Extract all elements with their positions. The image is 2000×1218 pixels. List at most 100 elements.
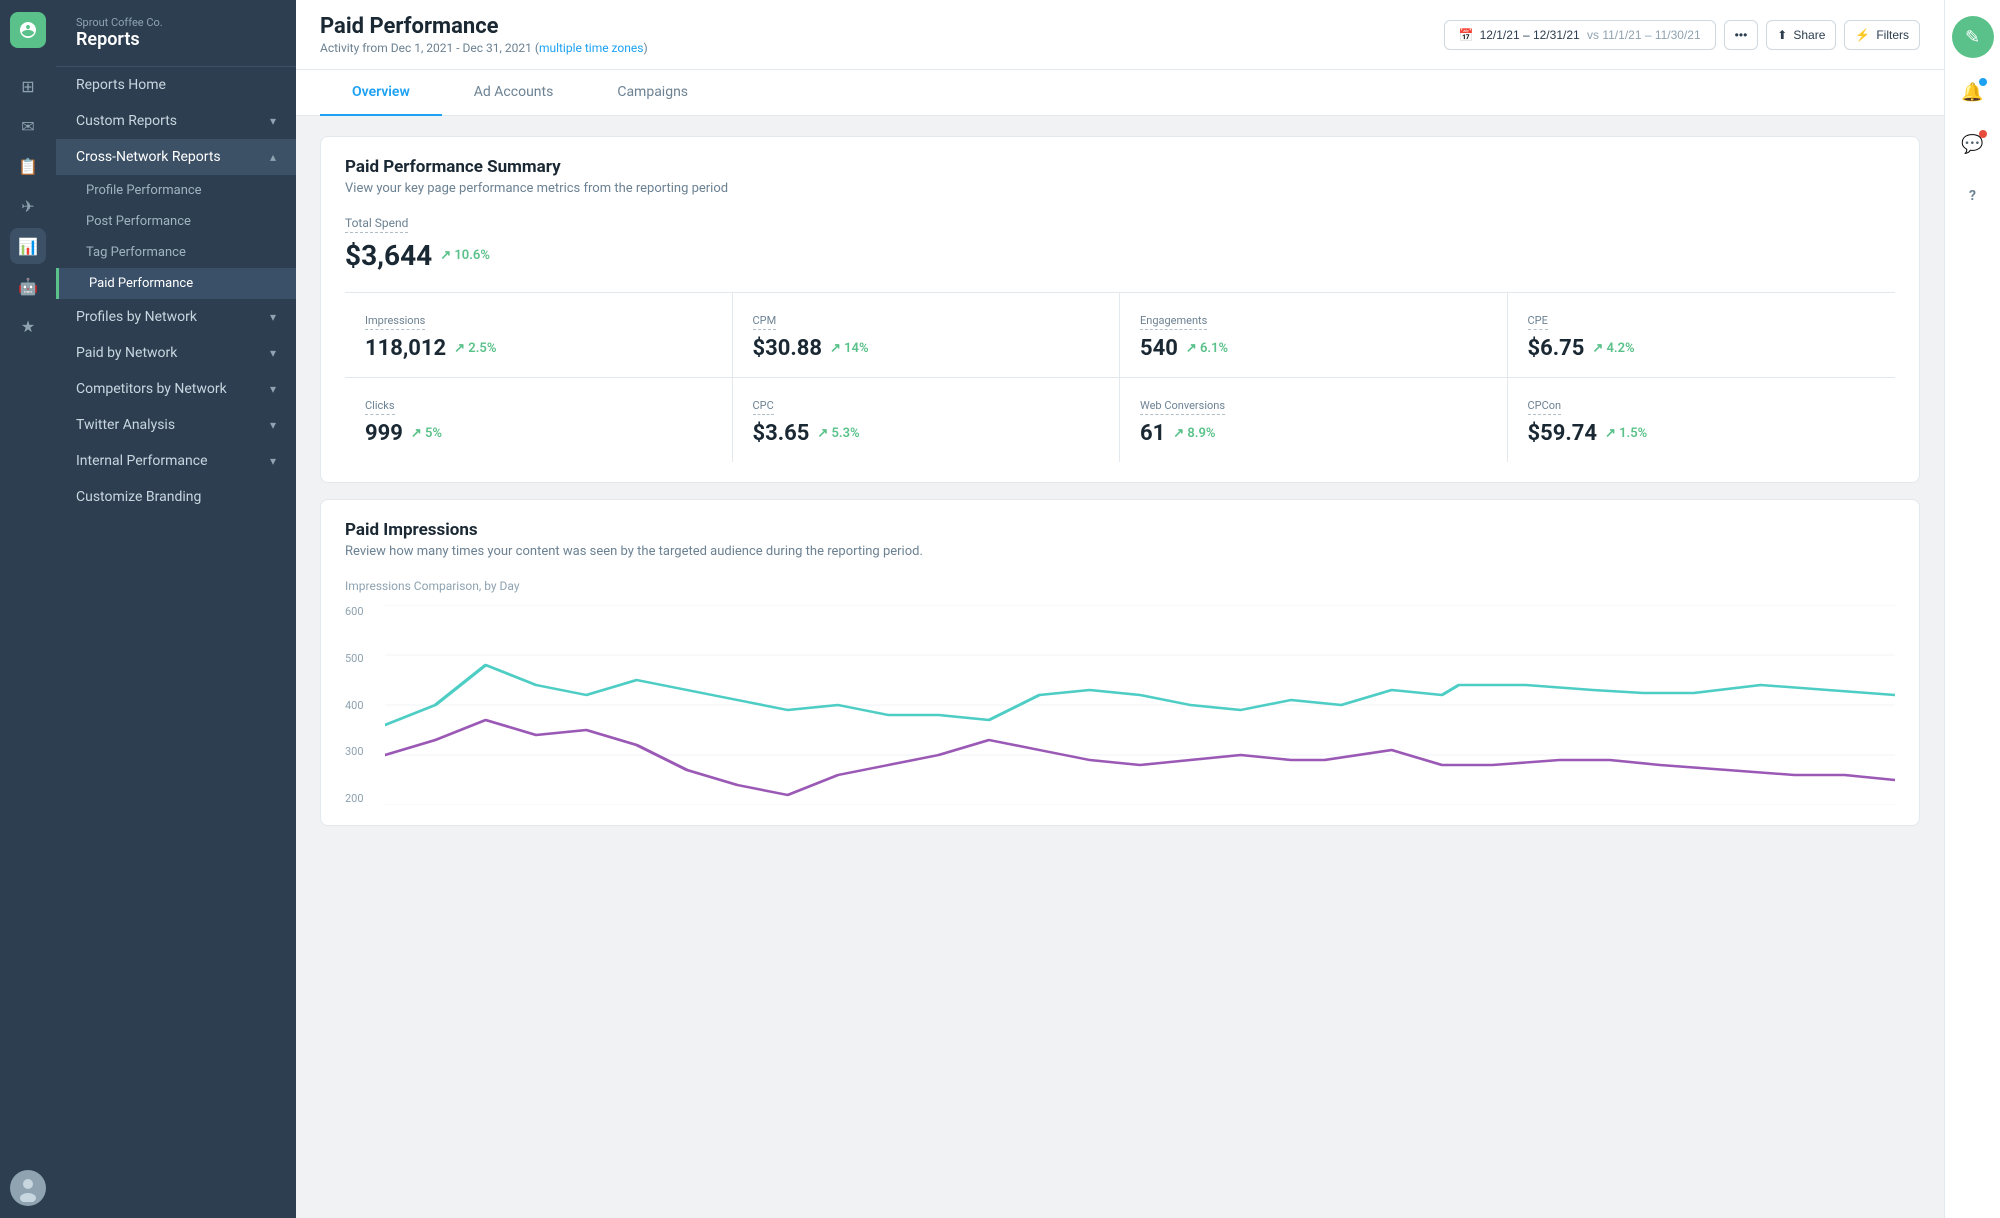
y-label-300: 300 bbox=[345, 745, 381, 758]
metric-web-conversions: Web Conversions 61 8.9% bbox=[1120, 378, 1508, 462]
impressions-card: Paid Impressions Review how many times y… bbox=[320, 499, 1920, 826]
subtitle-text: Activity from Dec 1, 2021 - Dec 31, 2021 bbox=[320, 41, 532, 55]
sidebar-header: Sprout Coffee Co. Reports bbox=[56, 0, 296, 67]
app-logo[interactable] bbox=[10, 12, 46, 48]
sidebar-item-paid-by-network[interactable]: Paid by Network ▾ bbox=[56, 335, 296, 371]
cross-network-label: Cross-Network Reports bbox=[76, 149, 221, 165]
nav-home-icon[interactable]: ⊞ bbox=[10, 68, 46, 104]
notification-badge bbox=[1979, 78, 1987, 86]
compose-icon: ✎ bbox=[1965, 27, 1980, 48]
chat-button[interactable]: 💬 bbox=[1955, 126, 1991, 162]
help-button[interactable]: ? bbox=[1955, 178, 1991, 214]
web-conv-label: Web Conversions bbox=[1140, 399, 1225, 415]
cpc-trend: 5.3% bbox=[817, 426, 859, 441]
date-range-text: 12/1/21 – 12/31/21 vs 11/1/21 – 11/30/21 bbox=[1480, 28, 1701, 42]
header-right: 📅 12/1/21 – 12/31/21 vs 11/1/21 – 11/30/… bbox=[1444, 20, 1920, 50]
nav-reports-icon[interactable]: 📊 bbox=[10, 228, 46, 264]
sidebar-item-internal-performance[interactable]: Internal Performance ▾ bbox=[56, 443, 296, 479]
help-icon: ? bbox=[1969, 188, 1976, 204]
clicks-label: Clicks bbox=[365, 399, 395, 415]
more-options-button[interactable]: ••• bbox=[1724, 20, 1759, 50]
custom-reports-label: Custom Reports bbox=[76, 113, 177, 129]
cpm-label: CPM bbox=[753, 314, 777, 330]
impressions-card-title: Paid Impressions bbox=[345, 520, 1895, 540]
sidebar-item-competitors-by-network[interactable]: Competitors by Network ▾ bbox=[56, 371, 296, 407]
summary-card-title: Paid Performance Summary bbox=[345, 157, 1895, 177]
total-spend-value: $3,644 10.6% bbox=[345, 239, 1895, 272]
chat-badge bbox=[1979, 130, 1987, 138]
chevron-up-icon: ▴ bbox=[270, 150, 276, 164]
sidebar: Sprout Coffee Co. Reports Reports Home C… bbox=[56, 0, 296, 1218]
chart-container: 600 500 400 300 200 bbox=[345, 605, 1895, 805]
clicks-value: 999 5% bbox=[365, 421, 712, 446]
total-spend-label: Total Spend bbox=[345, 216, 408, 233]
sidebar-item-reports-home[interactable]: Reports Home bbox=[56, 67, 296, 103]
filters-button[interactable]: ⚡ Filters bbox=[1844, 20, 1920, 50]
metric-cpm: CPM $30.88 14% bbox=[733, 293, 1121, 377]
chevron-down-icon: ▾ bbox=[270, 454, 276, 468]
impressions-card-subtitle: Review how many times your content was s… bbox=[345, 544, 1895, 559]
right-rail: ✎ 🔔 💬 ? bbox=[1944, 0, 2000, 1218]
share-button[interactable]: ⬆ Share bbox=[1766, 20, 1836, 50]
filters-label: Filters bbox=[1876, 28, 1909, 42]
total-spend-section: Total Spend $3,644 10.6% bbox=[345, 196, 1895, 280]
tab-overview[interactable]: Overview bbox=[320, 70, 442, 116]
metric-impressions: Impressions 118,012 2.5% bbox=[345, 293, 733, 377]
sidebar-item-custom-reports[interactable]: Custom Reports ▾ bbox=[56, 103, 296, 139]
avatar[interactable] bbox=[10, 1170, 46, 1206]
notifications-button[interactable]: 🔔 bbox=[1955, 74, 1991, 110]
reports-home-label: Reports Home bbox=[76, 77, 166, 93]
chart-label: Impressions Comparison, by Day bbox=[345, 579, 1895, 593]
impressions-value: 118,012 2.5% bbox=[365, 336, 712, 361]
sidebar-item-customize-branding[interactable]: Customize Branding bbox=[56, 479, 296, 515]
timezone-link[interactable]: multiple time zones bbox=[539, 41, 644, 55]
share-icon: ⬆ bbox=[1777, 28, 1787, 42]
tab-campaigns[interactable]: Campaigns bbox=[585, 70, 720, 116]
nav-star-icon[interactable]: ★ bbox=[10, 308, 46, 344]
chevron-down-icon: ▾ bbox=[270, 346, 276, 360]
impressions-trend: 2.5% bbox=[454, 341, 496, 356]
nav-bot-icon[interactable]: 🤖 bbox=[10, 268, 46, 304]
cpcon-value: $59.74 1.5% bbox=[1528, 421, 1876, 446]
cpe-trend: 4.2% bbox=[1592, 341, 1634, 356]
sidebar-sub-post-performance[interactable]: Post Performance bbox=[56, 206, 296, 237]
icon-rail: ⊞ ✉ 📋 ✈ 📊 🤖 ★ bbox=[0, 0, 56, 1218]
page-subtitle: Activity from Dec 1, 2021 - Dec 31, 2021… bbox=[320, 41, 648, 55]
compose-button[interactable]: ✎ bbox=[1952, 16, 1994, 58]
date-range-button[interactable]: 📅 12/1/21 – 12/31/21 vs 11/1/21 – 11/30/… bbox=[1444, 20, 1716, 50]
sidebar-sub-paid-performance[interactable]: Paid Performance bbox=[56, 268, 296, 299]
impressions-label: Impressions bbox=[365, 314, 425, 330]
y-label-400: 400 bbox=[345, 699, 381, 712]
nav-tasks-icon[interactable]: 📋 bbox=[10, 148, 46, 184]
cpe-label: CPE bbox=[1528, 314, 1548, 330]
metric-clicks: Clicks 999 5% bbox=[345, 378, 733, 462]
metrics-grid-row2: Clicks 999 5% CPC $3.65 5.3% bbox=[345, 377, 1895, 462]
nav-inbox-icon[interactable]: ✉ bbox=[10, 108, 46, 144]
more-icon: ••• bbox=[1735, 28, 1748, 42]
cpcon-trend: 1.5% bbox=[1605, 426, 1647, 441]
summary-card-subtitle: View your key page performance metrics f… bbox=[345, 181, 1895, 196]
main-content: Paid Performance Activity from Dec 1, 20… bbox=[296, 0, 1944, 1218]
cpe-value: $6.75 4.2% bbox=[1528, 336, 1876, 361]
header-left: Paid Performance Activity from Dec 1, 20… bbox=[320, 14, 648, 55]
metric-cpcon: CPCon $59.74 1.5% bbox=[1508, 378, 1896, 462]
sidebar-sub-profile-performance[interactable]: Profile Performance bbox=[56, 175, 296, 206]
chevron-down-icon: ▾ bbox=[270, 382, 276, 396]
cpcon-label: CPCon bbox=[1528, 399, 1562, 415]
engagements-value: 540 6.1% bbox=[1140, 336, 1487, 361]
summary-card: Paid Performance Summary View your key p… bbox=[320, 136, 1920, 483]
y-label-200: 200 bbox=[345, 792, 381, 805]
sidebar-sub-tag-performance[interactable]: Tag Performance bbox=[56, 237, 296, 268]
sidebar-item-profiles-by-network[interactable]: Profiles by Network ▾ bbox=[56, 299, 296, 335]
cpc-label: CPC bbox=[753, 399, 774, 415]
clicks-trend: 5% bbox=[411, 426, 442, 441]
calendar-icon: 📅 bbox=[1459, 28, 1474, 42]
metric-cpc: CPC $3.65 5.3% bbox=[733, 378, 1121, 462]
top-header: Paid Performance Activity from Dec 1, 20… bbox=[296, 0, 1944, 70]
sidebar-item-cross-network[interactable]: Cross-Network Reports ▴ bbox=[56, 139, 296, 175]
nav-publishing-icon[interactable]: ✈ bbox=[10, 188, 46, 224]
content-area: Paid Performance Summary View your key p… bbox=[296, 116, 1944, 1218]
web-conv-trend: 8.9% bbox=[1173, 426, 1215, 441]
tab-ad-accounts[interactable]: Ad Accounts bbox=[442, 70, 586, 116]
sidebar-item-twitter-analysis[interactable]: Twitter Analysis ▾ bbox=[56, 407, 296, 443]
